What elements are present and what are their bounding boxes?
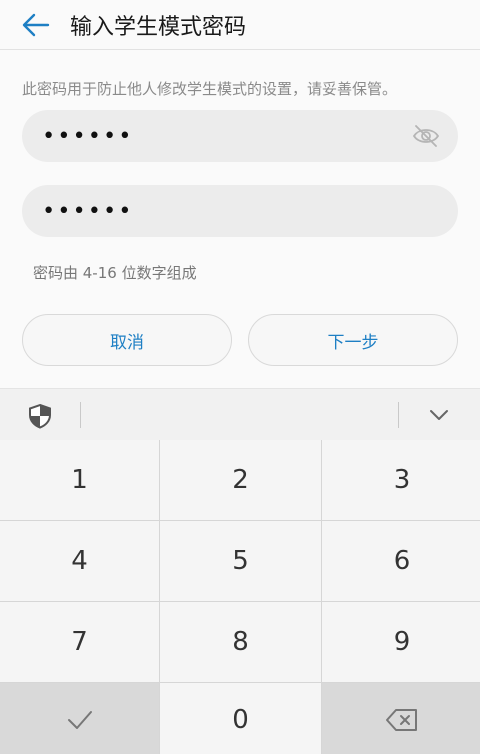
key-7[interactable]: 7 — [0, 602, 159, 682]
key-6[interactable]: 6 — [322, 521, 480, 601]
checkmark-icon — [67, 711, 92, 729]
chevron-down-icon[interactable] — [428, 407, 450, 423]
toolbar-divider — [398, 402, 399, 428]
key-4[interactable]: 4 — [0, 521, 159, 601]
password-rule-text: 密码由 4-16 位数字组成 — [33, 264, 197, 282]
back-arrow-icon — [22, 13, 50, 36]
key-5[interactable]: 5 — [160, 521, 321, 601]
confirm-password-value: •••••• — [42, 198, 134, 224]
key-0[interactable]: 0 — [160, 683, 321, 754]
password-field[interactable]: •••••• — [22, 110, 458, 162]
back-button[interactable] — [16, 5, 56, 45]
backspace-icon — [386, 709, 417, 731]
eye-off-icon[interactable] — [412, 123, 440, 149]
key-3[interactable]: 3 — [322, 440, 480, 520]
key-8[interactable]: 8 — [160, 602, 321, 682]
page-title: 输入学生模式密码 — [70, 14, 247, 40]
confirm-password-field[interactable]: •••••• — [22, 185, 458, 237]
confirm-key[interactable] — [0, 683, 159, 754]
toolbar-divider — [80, 402, 81, 428]
password-value: •••••• — [42, 123, 134, 149]
numeric-keypad: 1 2 3 4 5 6 7 8 9 0 — [0, 440, 480, 754]
key-2[interactable]: 2 — [160, 440, 321, 520]
next-button[interactable]: 下一步 — [248, 314, 458, 366]
shield-icon[interactable] — [27, 403, 53, 429]
keyboard-toolbar — [0, 388, 480, 440]
cancel-button[interactable]: 取消 — [22, 314, 232, 366]
delete-key[interactable] — [322, 683, 480, 754]
key-1[interactable]: 1 — [0, 440, 159, 520]
app-header: 输入学生模式密码 — [0, 0, 480, 50]
key-9[interactable]: 9 — [322, 602, 480, 682]
description-text: 此密码用于防止他人修改学生模式的设置，请妥善保管。 — [22, 80, 398, 98]
